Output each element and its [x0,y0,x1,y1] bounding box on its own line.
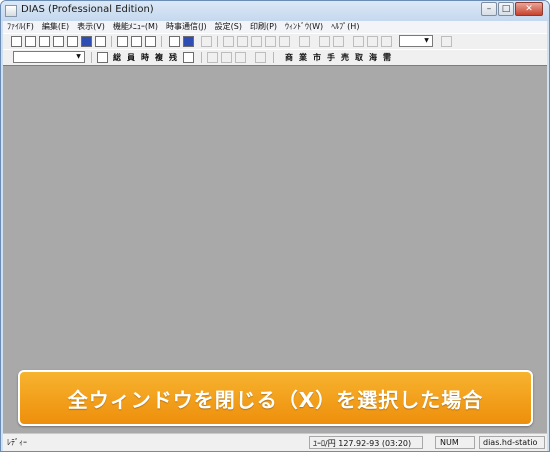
status-panel-host: dias.hd-statio [479,436,545,449]
toolbar-chart-type-icon [353,36,364,47]
toolbar-window-tile-icon[interactable] [183,36,194,47]
forward-icon [221,52,232,63]
app-window: DIAS (Professional Edition) – □ ✕ ﾌｧｲﾙ(F… [0,0,550,452]
kanji-button[interactable]: 需 [381,51,393,64]
toolbar-dropdown[interactable]: ▼ [399,35,433,47]
symbol-dropdown[interactable]: ▼ [13,51,85,63]
chevron-down-icon: ▼ [424,37,429,44]
close-button[interactable]: ✕ [515,2,543,16]
menu-print[interactable]: 印刷(P) [246,21,281,33]
toolbar-separator [161,36,162,47]
toolbar-grid-icon[interactable] [25,36,36,47]
chevron-down-icon: ▼ [76,53,81,60]
reload-icon [235,52,246,63]
status-panel-num: NUM [435,436,475,449]
toolbar-line-icon [265,36,276,47]
toolbar-expand-icon [319,36,330,47]
kanji-button[interactable]: 時 [139,51,151,64]
maximize-button[interactable]: □ [498,2,514,16]
kanji-button[interactable]: 市 [311,51,323,64]
toolbar-refresh-icon[interactable] [95,36,106,47]
toolbar-cursor-icon [223,36,234,47]
status-ready: ﾚﾃﾞｨｰ [7,438,27,447]
caption-banner: 全ウィンドウを閉じる（X）を選択した場合 [18,370,533,426]
toolbar-text-icon [279,36,290,47]
menu-window[interactable]: ｳｨﾝﾄﾞｳ(W) [281,21,327,33]
kanji-button[interactable]: 員 [125,51,137,64]
caption-banner-text: 全ウィンドウを閉じる（X）を選択した場合 [67,387,484,412]
status-rate: ﾕｰﾛ/円 127.92-93 (03:20) [313,439,412,448]
kanji-button[interactable]: 業 [297,51,309,64]
kanji-button[interactable]: 売 [339,51,351,64]
kanji-button[interactable]: 総 [111,51,123,64]
toolbar-window-arrange-icon[interactable] [169,36,180,47]
status-bar: ﾚﾃﾞｨｰ ﾕｰﾛ/円 127.92-93 (03:20) NUM dias.h… [3,433,547,451]
kanji-button[interactable]: 海 [367,51,379,64]
main-toolbar: ▼ [3,33,547,50]
toolbar-separator [201,52,202,63]
menu-view[interactable]: 表示(V) [73,21,109,33]
toolbar-separator [111,36,112,47]
menu-settings[interactable]: 設定(S) [211,21,246,33]
toolbar-chart-icon[interactable] [67,36,78,47]
status-host: dias.hd-statio [483,438,538,447]
toolbar-pen-icon[interactable] [117,36,128,47]
menu-edit[interactable]: 編集(E) [38,21,73,33]
toolbar-list-icon[interactable] [53,36,64,47]
toolbar-sort-icon[interactable] [97,52,108,63]
window-title: DIAS (Professional Edition) [21,4,154,15]
toolbar-window-icon[interactable] [11,36,22,47]
app-icon [5,5,17,17]
toolbar-stop-icon [255,52,266,63]
menu-file[interactable]: ﾌｧｲﾙ(F) [3,21,38,33]
toolbar-hand-icon [237,36,248,47]
window-controls: – □ ✕ [481,2,543,16]
title-bar[interactable]: DIAS (Professional Edition) – □ ✕ [1,1,549,21]
kanji-button[interactable]: 残 [167,51,179,64]
toolbar-separator [217,36,218,47]
kanji-button[interactable]: 商 [283,51,295,64]
kanji-button[interactable]: 手 [325,51,337,64]
kanji-button[interactable]: 取 [353,51,365,64]
toolbar-folder-icon[interactable] [145,36,156,47]
toolbar-percent-icon [441,36,452,47]
toolbar-print-icon [201,36,212,47]
toolbar-table-icon[interactable] [39,36,50,47]
status-panel-rate: ﾕｰﾛ/円 127.92-93 (03:20) [309,436,423,449]
toolbar-shrink-icon [333,36,344,47]
back-icon [207,52,218,63]
toolbar-crosshair-icon [251,36,262,47]
toolbar-indicator-icon [367,36,378,47]
toolbar-separator [273,52,274,63]
menu-bar: ﾌｧｲﾙ(F) 編集(E) 表示(V) 機能ﾒﾆｭｰ(M) 時事通信(J) 設定… [3,21,547,33]
toolbar-separator [91,52,92,63]
menu-jiji-news[interactable]: 時事通信(J) [162,21,211,33]
status-num: NUM [440,438,459,447]
toolbar-delete-icon [299,36,310,47]
kanji-button[interactable]: 複 [153,51,165,64]
menu-functions[interactable]: 機能ﾒﾆｭｰ(M) [109,21,162,33]
toolbar-trend-icon [381,36,392,47]
toolbar-db-icon[interactable] [183,52,194,63]
menu-help[interactable]: ﾍﾙﾌﾟ(H) [327,21,363,33]
toolbar-edit-icon[interactable] [131,36,142,47]
minimize-button[interactable]: – [481,2,497,16]
secondary-toolbar: ▼ 総 員 時 複 残 商 業 市 手 売 取 海 需 [3,49,547,66]
toolbar-news-icon[interactable] [81,36,92,47]
